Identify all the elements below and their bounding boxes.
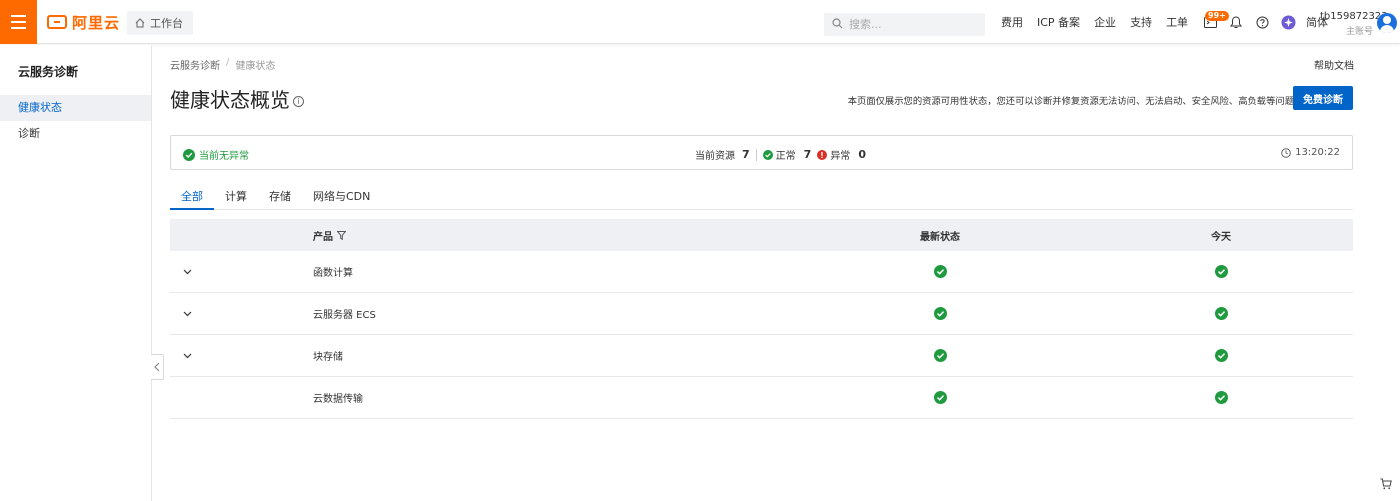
last-update-time: 13:20:22 — [1281, 147, 1340, 158]
abnormal-count-group: 异常 0 — [817, 147, 866, 162]
normal-count-group: 正常 7 — [762, 147, 812, 162]
product-name: 函数计算 — [313, 268, 353, 279]
tab-compute[interactable]: 计算 — [214, 183, 258, 210]
page-title-text: 健康状态概览 — [170, 88, 290, 112]
resource-summary: 当前资源 7 正常 7 异常 0 — [695, 147, 866, 162]
nav-icp[interactable]: ICP 备案 — [1037, 14, 1080, 30]
nav-support[interactable]: 支持 — [1130, 14, 1152, 30]
today-status-ok-icon — [1201, 377, 1241, 418]
logo-text: 阿里云 — [72, 13, 121, 32]
status-summary-card: 当前无异常 当前资源 7 正常 7 异常 0 13:20:22 — [170, 135, 1353, 170]
today-status-ok-icon — [1201, 335, 1241, 376]
category-tabs: 全部 计算 存储 网络与CDN — [170, 183, 1353, 210]
help-doc-link[interactable]: 帮助文档 — [1314, 57, 1354, 72]
top-nav: 费用 ICP 备案 企业 支持 工单 简体 — [1001, 0, 1342, 44]
user-role: 主账号 — [1345, 27, 1373, 37]
workbench-button[interactable]: 工作台 — [127, 11, 193, 35]
notification-badge: 99+ — [1205, 11, 1229, 21]
time-text: 13:20:22 — [1295, 147, 1340, 158]
current-resources-count: 7 — [742, 148, 750, 161]
sidebar-collapse-button[interactable] — [151, 354, 164, 380]
nav-enterprise[interactable]: 企业 — [1094, 14, 1116, 30]
health-table: 产品 最新状态 今天 函数计算 云服务器 ECS 块存储 云数据传输 — [170, 219, 1353, 419]
user-name: tb159872323 — [1320, 11, 1388, 22]
latest-status-ok-icon — [920, 377, 960, 418]
abnormal-count: 0 — [858, 148, 866, 161]
column-today: 今天 — [1211, 231, 1231, 243]
abnormal-label: 异常 — [830, 151, 851, 162]
product-name: 云数据传输 — [313, 394, 363, 405]
chevron-down-icon[interactable] — [183, 335, 192, 376]
aliyun-logo[interactable]: 阿里云 — [47, 12, 120, 32]
tab-network-cdn[interactable]: 网络与CDN — [302, 183, 381, 210]
sidebar-item-diagnosis[interactable]: 诊断 — [0, 121, 151, 147]
sidebar-title: 云服务诊断 — [18, 65, 79, 79]
sidebar: 云服务诊断 健康状态 诊断 — [0, 45, 152, 501]
page-title: 健康状态概览 i — [170, 84, 304, 113]
table-row: 云服务器 ECS — [170, 293, 1353, 335]
info-icon[interactable]: i — [293, 96, 304, 107]
menu-icon[interactable] — [0, 0, 37, 44]
search-input[interactable] — [849, 18, 979, 31]
no-anomaly-status: 当前无异常 — [183, 147, 249, 162]
tab-storage[interactable]: 存储 — [258, 183, 302, 210]
user-info[interactable]: tb159872323 主账号 — [1320, 11, 1388, 37]
breadcrumb-item-diagnosis[interactable]: 云服务诊断 — [170, 57, 220, 72]
aliyun-logo-icon — [47, 15, 67, 29]
no-anomaly-text: 当前无异常 — [199, 151, 249, 162]
cart-icon[interactable] — [1380, 478, 1392, 490]
table-header: 产品 最新状态 今天 — [170, 219, 1353, 251]
filter-icon[interactable] — [337, 230, 346, 240]
normal-label: 正常 — [775, 151, 796, 162]
tab-all[interactable]: 全部 — [170, 183, 214, 210]
chevron-down-icon[interactable] — [183, 251, 192, 292]
latest-status-ok-icon — [920, 335, 960, 376]
table-row: 云数据传输 — [170, 377, 1353, 419]
home-icon — [135, 18, 145, 28]
free-diagnosis-button[interactable]: 免费诊断 — [1293, 86, 1353, 110]
sidebar-item-health-status[interactable]: 健康状态 — [0, 95, 151, 121]
check-circle-icon — [762, 149, 773, 160]
breadcrumb-separator: / — [226, 57, 230, 68]
search-icon — [832, 17, 843, 32]
column-product-label: 产品 — [313, 231, 333, 243]
help-icon[interactable] — [1254, 14, 1270, 30]
clock-icon — [1281, 147, 1291, 158]
search-box[interactable] — [824, 13, 985, 36]
breadcrumb-item-current: 健康状态 — [235, 61, 276, 72]
page-description: 本页面仅展示您的资源可用性状态，您还可以诊断并修复资源无法访问、无法启动、安全风… — [847, 96, 1294, 107]
latest-status-ok-icon — [920, 293, 960, 334]
breadcrumb: 云服务诊断 / 健康状态 — [170, 57, 275, 72]
product-name: 块存储 — [313, 352, 343, 363]
product-name: 云服务器 ECS — [313, 310, 376, 321]
today-status-ok-icon — [1201, 251, 1241, 292]
avatar[interactable] — [1377, 13, 1397, 33]
divider — [755, 148, 757, 161]
current-resources-label: 当前资源 — [695, 151, 735, 162]
column-latest-status: 最新状态 — [920, 231, 960, 243]
table-row: 函数计算 — [170, 251, 1353, 293]
top-bar: 阿里云 工作台 费用 ICP 备案 企业 支持 工单 简体 99+ t — [0, 0, 1400, 44]
chevron-left-icon — [154, 362, 160, 372]
latest-status-ok-icon — [920, 251, 960, 292]
nav-ticket[interactable]: 工单 — [1166, 14, 1188, 30]
nav-billing[interactable]: 费用 — [1001, 14, 1023, 30]
check-circle-icon — [183, 148, 195, 161]
chevron-down-icon[interactable] — [183, 293, 192, 334]
workbench-label: 工作台 — [150, 17, 183, 30]
normal-count: 7 — [803, 148, 812, 161]
error-circle-icon — [817, 149, 828, 160]
bell-icon[interactable] — [1228, 14, 1244, 30]
table-row: 块存储 — [170, 335, 1353, 377]
column-product[interactable]: 产品 — [313, 219, 346, 251]
ai-assistant-icon[interactable] — [1280, 14, 1296, 30]
today-status-ok-icon — [1201, 293, 1241, 334]
